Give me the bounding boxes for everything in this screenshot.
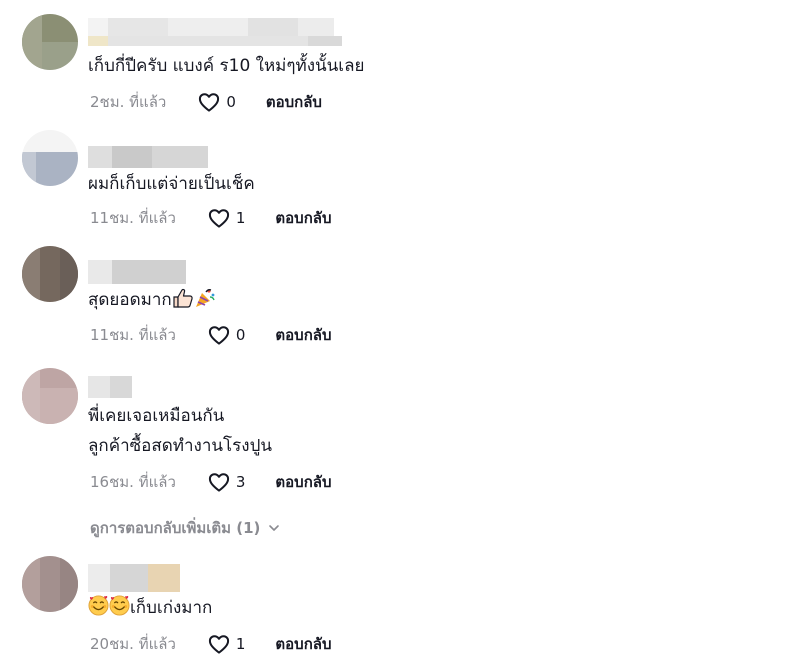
comment-meta: 16ชม. ที่แล้ว 3 ตอบกลับ [90,470,332,494]
heart-outline-icon [199,93,220,112]
comment-meta: 11ชม. ที่แล้ว 0 ตอบกลับ [90,323,332,347]
comment-text: ผมก็เก็บแต่จ่ายเป็นเช็ค [88,174,255,194]
chevron-down-icon [269,525,280,531]
party-popper-icon [194,288,216,317]
like-count: 1 [235,635,246,653]
username-blurred-lower [88,36,342,46]
heart-outline-icon [208,635,229,654]
avatar[interactable] [22,14,78,70]
like-button[interactable]: 3 [208,472,246,492]
like-count: 0 [235,326,246,344]
heart-outline-icon [208,209,229,228]
comment-timestamp: 16ชม. ที่แล้ว [90,473,176,491]
like-count: 1 [235,209,246,227]
reply-button[interactable]: ตอบกลับ [275,470,331,494]
heart-outline-icon [208,473,229,492]
view-more-replies-label: ดูการตอบกลับเพิ่มเติม (1) [90,519,261,537]
smiling-face-with-hearts-icon [109,595,130,625]
comment-text: เก็บเก่งมาก [88,594,212,625]
like-button[interactable]: 0 [208,325,246,345]
like-button[interactable]: 1 [208,208,246,228]
avatar[interactable] [22,368,78,424]
heart-outline-icon [208,326,229,345]
comment-meta: 20ชม. ที่แล้ว 1 ตอบกลับ [90,632,332,656]
comment-text-content: สุดยอดมาก [88,290,172,310]
comment-meta: 2ชม. ที่แล้ว 0 ตอบกลับ [90,90,322,114]
comment-text-line-2: ลูกค้าซื้อสดทำงานโรงปูน [88,436,272,456]
view-more-replies-button[interactable]: ดูการตอบกลับเพิ่มเติม (1) [90,516,280,540]
avatar[interactable] [22,556,78,612]
smiling-face-with-hearts-icon [88,595,109,625]
username-blurred[interactable] [88,260,186,284]
avatar[interactable] [22,130,78,186]
reply-button[interactable]: ตอบกลับ [266,90,322,114]
username-blurred[interactable] [88,376,132,398]
like-button[interactable]: 0 [198,92,236,112]
comment-timestamp: 11ชม. ที่แล้ว [90,326,176,344]
comment-text-content: เก็บเก่งมาก [130,598,213,618]
reply-button[interactable]: ตอบกลับ [275,206,331,230]
username-blurred[interactable] [88,146,208,168]
like-count: 3 [235,473,246,491]
comment-timestamp: 2ชม. ที่แล้ว [90,93,167,111]
comment-timestamp: 11ชม. ที่แล้ว [90,209,176,227]
like-count: 0 [226,93,236,111]
comment-text: สุดยอดมาก [88,286,216,317]
like-button[interactable]: 1 [208,634,246,654]
comment-timestamp: 20ชม. ที่แล้ว [90,635,176,653]
reply-button[interactable]: ตอบกลับ [275,632,331,656]
reply-button[interactable]: ตอบกลับ [275,323,331,347]
comment-meta: 11ชม. ที่แล้ว 1 ตอบกลับ [90,206,332,230]
avatar[interactable] [22,246,78,302]
username-blurred[interactable] [88,564,180,592]
thumbs-up-icon [172,288,194,317]
comment-text-line-1: พี่เคยเจอเหมือนกัน [88,406,225,426]
comment-text: เก็บกี่ปีครับ แบงค์ ร10 ใหม่ๆทั้งนั้นเลย [88,56,365,76]
